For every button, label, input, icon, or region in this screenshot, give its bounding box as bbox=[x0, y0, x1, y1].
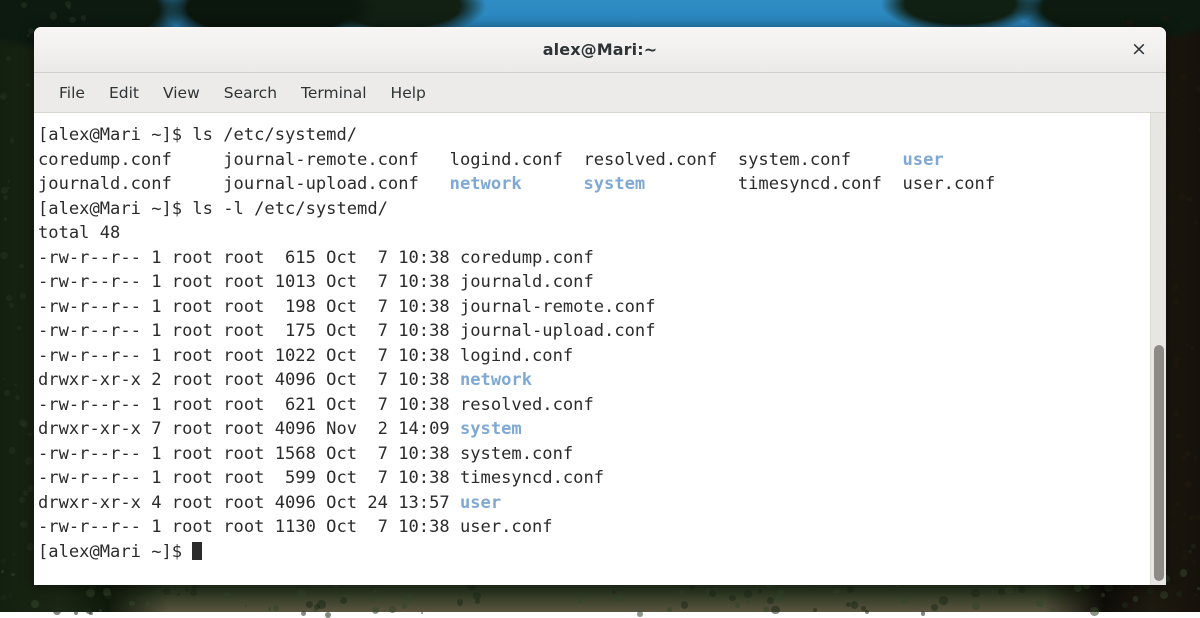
terminal-line: journald.conf journal-upload.conf networ… bbox=[38, 172, 1150, 197]
terminal-line: [alex@Mari ~]$ bbox=[38, 540, 1150, 565]
terminal-file-name: journald.conf bbox=[38, 174, 224, 194]
terminal-cursor bbox=[192, 541, 203, 560]
terminal-file-name: timesyncd.conf bbox=[737, 174, 903, 194]
menu-item-search[interactable]: Search bbox=[213, 79, 288, 107]
window-title: alex@Mari:~ bbox=[542, 40, 658, 59]
terminal-line: -rw-r--r-- 1 root root 1130 Oct 7 10:38 … bbox=[38, 515, 1150, 540]
terminal-line: -rw-r--r-- 1 root root 621 Oct 7 10:38 r… bbox=[38, 393, 1150, 418]
terminal-file-name: coredump.conf bbox=[459, 247, 594, 268]
terminal-file-name: journald.conf bbox=[459, 272, 594, 292]
terminal-prompt: [alex@Mari ~]$ bbox=[38, 125, 193, 145]
terminal-file-name: system.conf bbox=[459, 443, 574, 464]
terminal-listing-meta: drwxr-xr-x 7 root root 4096 Nov 2 14:09 bbox=[38, 419, 460, 439]
terminal-listing-meta: -rw-r--r-- 1 root root 599 Oct 7 10:38 bbox=[38, 468, 460, 488]
terminal-listing-meta: -rw-r--r-- 1 root root 1022 Oct 7 10:38 bbox=[38, 345, 460, 366]
terminal-line: [alex@Mari ~]$ ls /etc/systemd/ bbox=[38, 123, 1150, 148]
terminal-listing-meta: -rw-r--r-- 1 root root 175 Oct 7 10:38 bbox=[38, 321, 460, 341]
terminal-line: coredump.conf journal-remote.conf logind… bbox=[38, 148, 1150, 173]
terminal-line: -rw-r--r-- 1 root root 599 Oct 7 10:38 t… bbox=[38, 466, 1150, 491]
terminal-line: -rw-r--r-- 1 root root 175 Oct 7 10:38 j… bbox=[38, 319, 1150, 344]
menu-item-terminal[interactable]: Terminal bbox=[290, 79, 378, 107]
terminal-output[interactable]: [alex@Mari ~]$ ls /etc/systemd/coredump.… bbox=[34, 113, 1150, 585]
window-titlebar[interactable]: alex@Mari:~ × bbox=[34, 27, 1166, 73]
terminal-file-name: resolved.conf bbox=[459, 394, 594, 415]
menu-item-help[interactable]: Help bbox=[380, 79, 437, 107]
menu-item-edit[interactable]: Edit bbox=[98, 79, 150, 107]
terminal-line: -rw-r--r-- 1 root root 1022 Oct 7 10:38 … bbox=[38, 344, 1150, 369]
terminal-file-name: resolved.conf bbox=[583, 149, 738, 170]
menu-item-file[interactable]: File bbox=[48, 79, 96, 107]
terminal-file-name: coredump.conf bbox=[38, 149, 224, 170]
terminal-listing-meta: -rw-r--r-- 1 root root 615 Oct 7 10:38 bbox=[38, 247, 460, 268]
terminal-listing-meta: drwxr-xr-x 4 root root 4096 Oct 24 13:57 bbox=[38, 492, 460, 513]
close-icon[interactable]: × bbox=[1124, 35, 1154, 65]
terminal-file-name: journal-upload.conf bbox=[459, 321, 656, 341]
terminal-total-line: total 48 bbox=[38, 223, 121, 243]
vertical-scrollbar[interactable] bbox=[1150, 113, 1166, 585]
terminal-line: drwxr-xr-x 7 root root 4096 Nov 2 14:09 … bbox=[38, 417, 1150, 442]
terminal-listing-meta: -rw-r--r-- 1 root root 198 Oct 7 10:38 bbox=[38, 296, 460, 317]
terminal-listing-meta: -rw-r--r-- 1 root root 1130 Oct 7 10:38 bbox=[38, 517, 460, 537]
terminal-line: -rw-r--r-- 1 root root 1568 Oct 7 10:38 … bbox=[38, 442, 1150, 467]
terminal-directory-name: user bbox=[459, 492, 502, 513]
menu-bar: File Edit View Search Terminal Help bbox=[34, 73, 1166, 113]
terminal-command: ls /etc/systemd/ bbox=[192, 125, 358, 145]
terminal-listing-meta: -rw-r--r-- 1 root root 621 Oct 7 10:38 bbox=[38, 394, 460, 415]
terminal-listing-meta: -rw-r--r-- 1 root root 1568 Oct 7 10:38 bbox=[38, 443, 460, 464]
terminal-line: drwxr-xr-x 2 root root 4096 Oct 7 10:38 … bbox=[38, 368, 1150, 393]
terminal-command: ls -l /etc/systemd/ bbox=[192, 198, 388, 219]
terminal-file-name: system.conf bbox=[737, 149, 903, 170]
terminal-file-name: user.conf bbox=[459, 517, 553, 537]
terminal-directory-name: user bbox=[902, 149, 944, 170]
terminal-directory-name: network bbox=[459, 370, 532, 390]
terminal-directory-name: network bbox=[449, 174, 584, 194]
terminal-line: total 48 bbox=[38, 221, 1150, 246]
terminal-line: -rw-r--r-- 1 root root 1013 Oct 7 10:38 … bbox=[38, 270, 1150, 295]
terminal-file-name: logind.conf bbox=[449, 149, 584, 170]
terminal-line: -rw-r--r-- 1 root root 198 Oct 7 10:38 j… bbox=[38, 295, 1150, 320]
terminal-file-name: timesyncd.conf bbox=[459, 468, 605, 488]
menu-item-view[interactable]: View bbox=[152, 79, 211, 107]
terminal-prompt: [alex@Mari ~]$ bbox=[38, 198, 193, 219]
terminal-directory-name: system bbox=[459, 419, 522, 439]
terminal-file-name: logind.conf bbox=[459, 345, 574, 366]
terminal-line: [alex@Mari ~]$ ls -l /etc/systemd/ bbox=[38, 197, 1150, 222]
terminal-prompt: [alex@Mari ~]$ bbox=[38, 541, 193, 562]
terminal-file-name: journal-remote.conf bbox=[459, 296, 656, 317]
terminal-listing-meta: -rw-r--r-- 1 root root 1013 Oct 7 10:38 bbox=[38, 272, 460, 292]
terminal-body[interactable]: [alex@Mari ~]$ ls /etc/systemd/coredump.… bbox=[34, 113, 1166, 585]
scrollbar-thumb[interactable] bbox=[1154, 345, 1164, 581]
terminal-line: -rw-r--r-- 1 root root 615 Oct 7 10:38 c… bbox=[38, 246, 1150, 271]
terminal-file-name: user.conf bbox=[902, 174, 996, 194]
terminal-window: alex@Mari:~ × File Edit View Search Term… bbox=[34, 27, 1166, 585]
terminal-line: drwxr-xr-x 4 root root 4096 Oct 24 13:57… bbox=[38, 491, 1150, 516]
terminal-directory-name: system bbox=[583, 174, 738, 194]
terminal-file-name: journal-remote.conf bbox=[223, 149, 450, 170]
terminal-file-name: journal-upload.conf bbox=[223, 174, 450, 194]
terminal-listing-meta: drwxr-xr-x 2 root root 4096 Oct 7 10:38 bbox=[38, 370, 460, 390]
